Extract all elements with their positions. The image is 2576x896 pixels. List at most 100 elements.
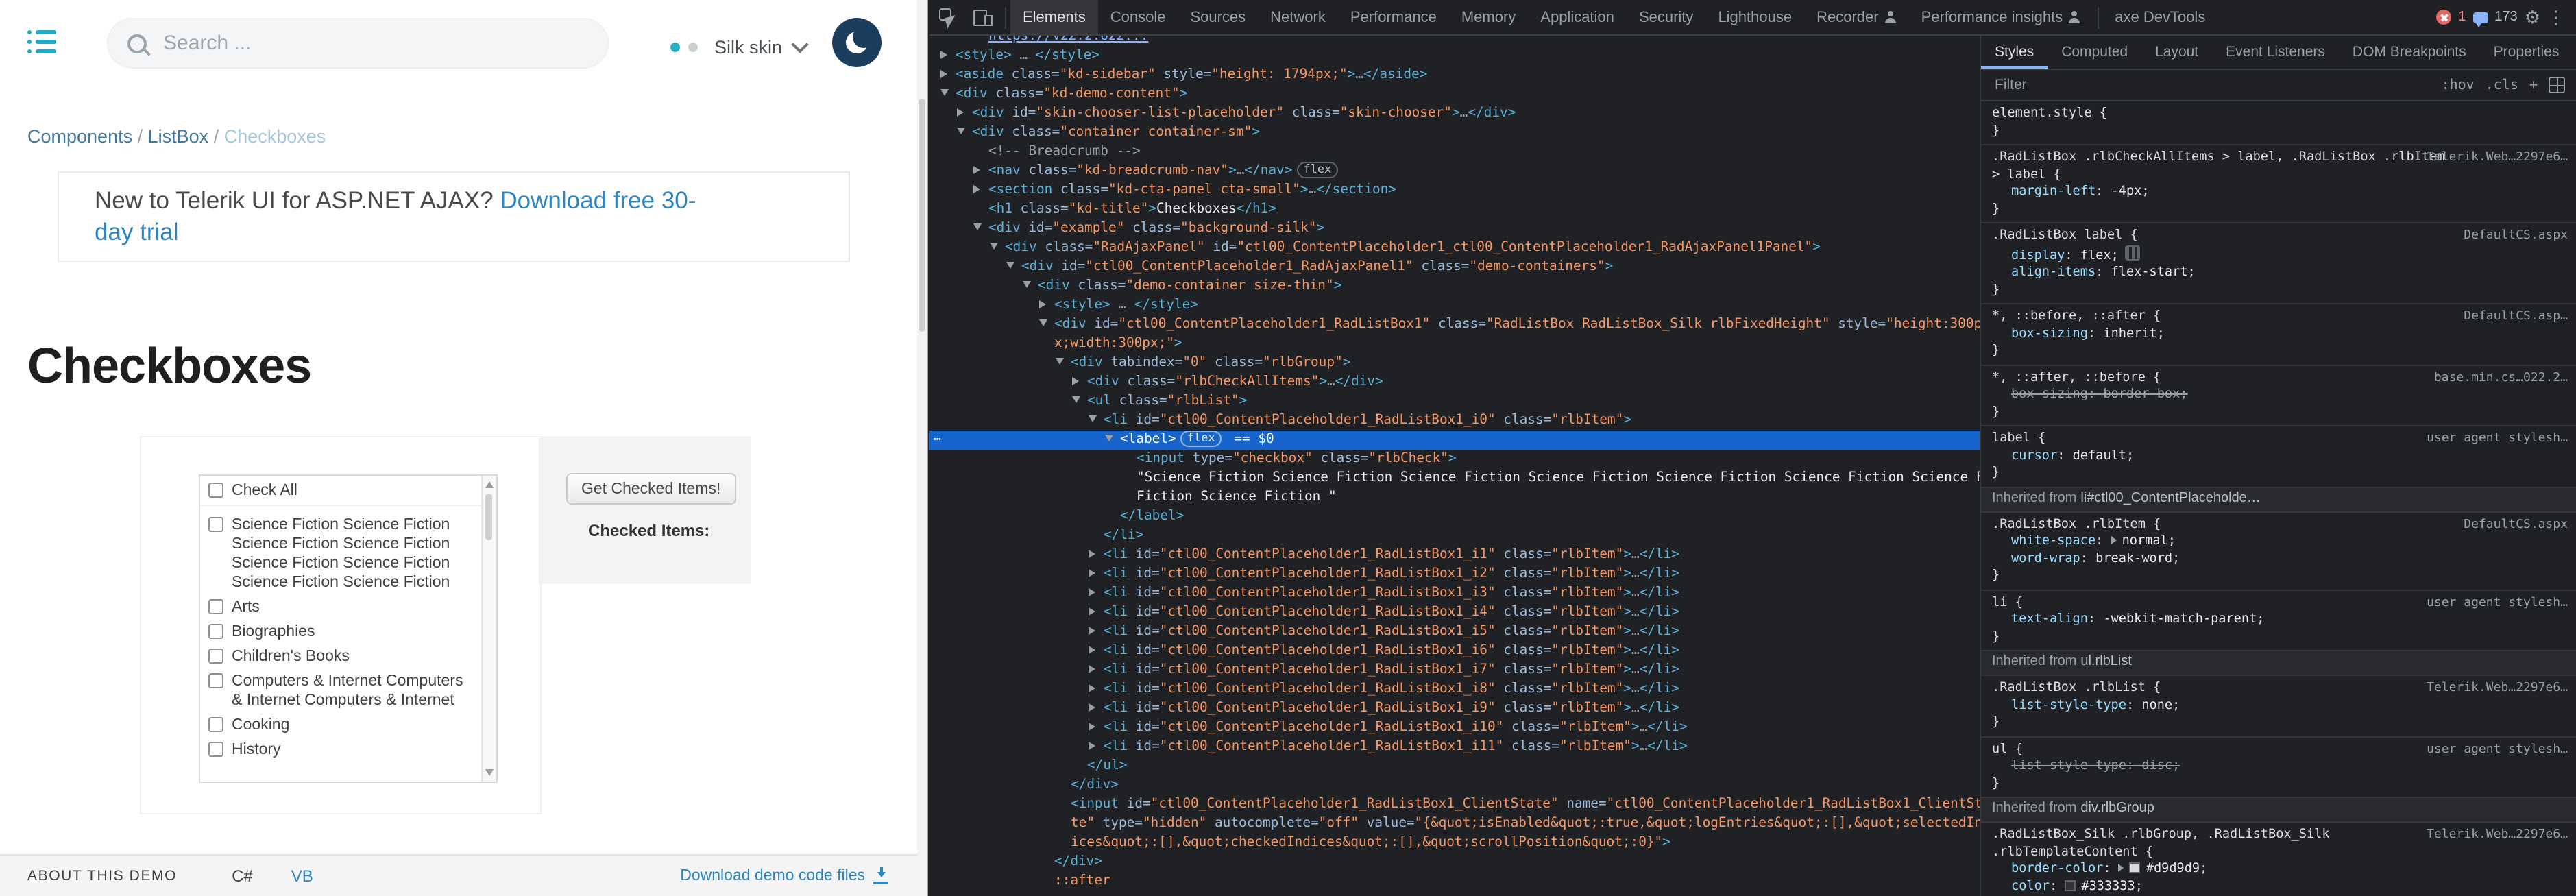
css-selector[interactable]: element.style { (1992, 106, 2568, 123)
styles-toggle[interactable]: + (2529, 77, 2538, 93)
css-property-name[interactable]: word-wrap (2011, 550, 2080, 566)
css-selector[interactable]: > label { (1992, 167, 2568, 184)
css-declaration[interactable]: list-style-type: none; (1992, 697, 2568, 714)
sidebar-tab-computed[interactable]: Computed (2048, 34, 2141, 69)
css-property-name[interactable]: border-color (2011, 861, 2103, 876)
dom-tree-node[interactable]: te" type="hidden" autocomplete="off" val… (929, 814, 1980, 834)
download-link[interactable]: Download demo code files (680, 867, 888, 884)
listbox-item[interactable]: Computers & Internet Computers & Interne… (208, 672, 474, 710)
dom-tree-node[interactable]: <li id="ctl00_ContentPlaceholder1_RadLis… (929, 718, 1980, 738)
stylesheet-link[interactable]: user agent stylesh… (2427, 741, 2568, 758)
pager-dot[interactable] (688, 43, 698, 52)
css-declaration[interactable]: cursor: default; (1992, 448, 2568, 465)
stylesheet-link[interactable]: user agent stylesh… (2427, 594, 2568, 612)
scroll-down-icon[interactable] (485, 769, 494, 776)
css-property-value[interactable]: default (2073, 448, 2126, 463)
page-scrollbar[interactable] (917, 0, 927, 896)
stylesheet-link[interactable]: DefaultCS.aspx (2464, 228, 2568, 245)
dom-tree-node[interactable]: <li id="ctl00_ContentPlaceholder1_RadLis… (929, 642, 1980, 661)
dom-tree-node[interactable]: <div class="RadAjaxPanel" id="ctl00_Cont… (929, 239, 1980, 258)
disclosure-arrow[interactable] (1089, 411, 1104, 431)
disclosure-arrow[interactable] (1023, 277, 1038, 296)
css-property-value[interactable]: disc (2141, 758, 2172, 773)
listbox-item[interactable]: Biographies (208, 622, 474, 642)
item-checkbox[interactable] (208, 742, 223, 757)
dom-tree-node[interactable]: <section class="kd-cta-panel cta-small">… (929, 181, 1980, 200)
dom-tree-node[interactable]: <li id="ctl00_ContentPlaceholder1_RadLis… (929, 622, 1980, 642)
devtools-tab-performance[interactable]: Performance (1338, 0, 1449, 34)
dom-tree-node[interactable]: <div class="kd-demo-content"> (929, 85, 1980, 104)
inherited-target[interactable]: li#ctl00_ContentPlaceholde… (2080, 491, 2260, 508)
disclosure-arrow[interactable] (1105, 431, 1120, 450)
issues-icon[interactable] (2472, 12, 2488, 23)
dom-tree-node[interactable]: </div> (929, 776, 1980, 795)
sidebar-tab-dom-breakpoints[interactable]: DOM Breakpoints (2339, 34, 2480, 69)
dom-tree-node[interactable]: <div id="ctl00_ContentPlaceholder1_RadLi… (929, 315, 1980, 335)
dom-tree-node[interactable]: <div id="ctl00_ContentPlaceholder1_RadAj… (929, 258, 1980, 277)
css-property-value[interactable]: border-box (2103, 387, 2180, 402)
css-declaration[interactable]: white-space: normal; (1992, 533, 2568, 550)
listbox-item[interactable]: Science Fiction Science Fiction Science … (208, 516, 474, 592)
item-checkbox[interactable] (208, 649, 223, 664)
sidebar-tab-styles[interactable]: Styles (1981, 34, 2048, 69)
sidebar-tab-properties[interactable]: Properties (2480, 34, 2573, 69)
disclosure-arrow[interactable] (973, 219, 988, 239)
stylesheet-link[interactable]: Telerik.Web…2297e6… (2427, 827, 2568, 844)
css-property-name[interactable]: align-items (2011, 265, 2095, 280)
more-options-icon[interactable]: ⋮ (2547, 8, 2565, 26)
element-classes-grid-icon[interactable] (2549, 77, 2565, 93)
devtools-tab-performance-insights[interactable]: Performance insights (1909, 0, 2093, 34)
css-declaration[interactable]: text-align: -webkit-match-parent; (1992, 612, 2568, 629)
scrollbar-thumb[interactable] (485, 494, 492, 540)
item-checkbox[interactable] (208, 673, 223, 688)
css-property-name[interactable]: list-style-type (2011, 697, 2126, 712)
disclosure-arrow[interactable] (957, 104, 972, 123)
css-property-value[interactable]: #d9d9d9 (2146, 861, 2200, 876)
rad-listbox[interactable]: Check All Science Fiction Science Fictio… (199, 474, 498, 783)
disclosure-arrow[interactable] (940, 66, 956, 85)
css-declaration[interactable]: box-sizing: border-box; (1992, 387, 2568, 404)
css-declaration[interactable]: margin-left: -4px; (1992, 184, 2568, 201)
stylesheet-link[interactable]: user agent stylesh… (2427, 431, 2568, 448)
devtools-tab-application[interactable]: Application (1528, 0, 1627, 34)
listbox-item[interactable]: Arts (208, 598, 474, 617)
css-declaration[interactable]: word-wrap: break-word; (1992, 550, 2568, 568)
page-scrollbar-thumb[interactable] (919, 99, 925, 332)
dom-tree-node[interactable]: <style> … </style> (929, 296, 1980, 315)
dom-tree-node[interactable]: <li id="ctl00_ContentPlaceholder1_RadLis… (929, 603, 1980, 622)
search-input[interactable] (160, 30, 588, 56)
css-declaration[interactable]: box-sizing: inherit; (1992, 326, 2568, 343)
check-all-row[interactable]: Check All (200, 476, 496, 506)
disclosure-arrow[interactable] (1089, 565, 1104, 584)
css-declaration[interactable]: align-items: flex-start; (1992, 265, 2568, 282)
css-property-value[interactable]: normal (2122, 533, 2168, 548)
dom-tree-node[interactable]: <div class="demo-container size-thin"> (929, 277, 1980, 296)
stylesheet-link[interactable]: DefaultCS.aspx (2464, 516, 2568, 533)
listbox-item[interactable]: History (208, 740, 474, 760)
dom-tree-node[interactable]: https://v22.2.622... (929, 36, 1980, 47)
error-icon[interactable] (2436, 10, 2451, 25)
color-swatch[interactable] (2065, 880, 2076, 891)
stylesheet-link[interactable]: Telerik.Web…2297e6… (2427, 680, 2568, 697)
dom-tree-node[interactable]: <nav class="kd-breadcrumb-nav">…</nav>fl… (929, 162, 1980, 181)
css-property-value[interactable]: flex-start (2111, 265, 2188, 280)
error-count-badge[interactable]: 1 (2458, 10, 2466, 25)
disclosure-arrow[interactable] (940, 47, 956, 66)
dom-tree-node[interactable]: Fiction Science Fiction " (929, 488, 1980, 507)
expand-arrow-icon[interactable] (2111, 536, 2117, 544)
flex-badge[interactable]: flex (1296, 162, 1338, 178)
css-declaration[interactable]: list-style-type: disc; (1992, 758, 2568, 775)
devtools-tab-elements[interactable]: Elements (1010, 0, 1098, 34)
scroll-up-icon[interactable] (485, 481, 494, 488)
css-property-name[interactable]: list-style-type (2011, 758, 2126, 773)
dom-tree-node[interactable]: <!-- Breadcrumb --> (929, 143, 1980, 162)
dom-tree-node[interactable]: <div class="rlbCheckAllItems">…</div> (929, 373, 1980, 392)
stylesheet-link[interactable]: base.min.cs…022.2… (2434, 370, 2568, 387)
inherited-target[interactable]: div.rlbGroup (2080, 801, 2154, 819)
css-property-name[interactable]: margin-left (2011, 184, 2095, 199)
css-declaration[interactable]: display: flex; (1992, 245, 2568, 265)
devtools-tab-lighthouse[interactable]: Lighthouse (1705, 0, 1804, 34)
disclosure-arrow[interactable] (1089, 738, 1104, 757)
css-property-name[interactable]: display (2011, 247, 2065, 263)
css-property-name[interactable]: cursor (2011, 448, 2057, 463)
